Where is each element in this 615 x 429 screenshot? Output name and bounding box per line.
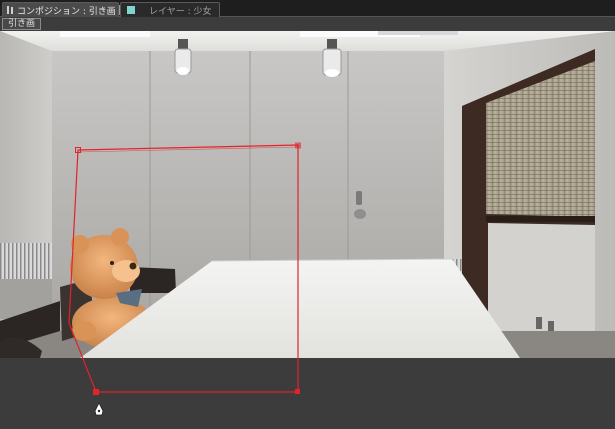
tab-composition[interactable]: コンポジション : 引き画 ▾ × <box>2 2 135 17</box>
composition-navigator: 引き画 <box>0 17 615 31</box>
mask-vertex[interactable] <box>295 389 300 394</box>
panel-tab-bar: コンポジション : 引き画 ▾ × レイヤー : 少女 <box>0 0 615 17</box>
layer-color-swatch <box>127 6 135 14</box>
mask-vertex-selected[interactable] <box>295 142 301 149</box>
tab-layer[interactable]: レイヤー : 少女 <box>120 2 220 17</box>
tab-composition-label: コンポジション : 引き画 <box>17 6 116 17</box>
mask-path[interactable] <box>0 31 615 429</box>
lock-icon[interactable] <box>11 6 13 14</box>
tab-layer-label: レイヤー : 少女 <box>149 6 212 17</box>
panel-menu-icon[interactable] <box>7 6 9 14</box>
composition-panel: コンポジション : 引き画 ▾ × レイヤー : 少女 引き画 <box>0 0 615 429</box>
breadcrumb[interactable]: 引き画 <box>2 18 42 30</box>
composition-viewer[interactable] <box>0 31 615 429</box>
mask-vertex[interactable] <box>93 389 99 395</box>
pen-cursor-icon <box>94 402 104 416</box>
